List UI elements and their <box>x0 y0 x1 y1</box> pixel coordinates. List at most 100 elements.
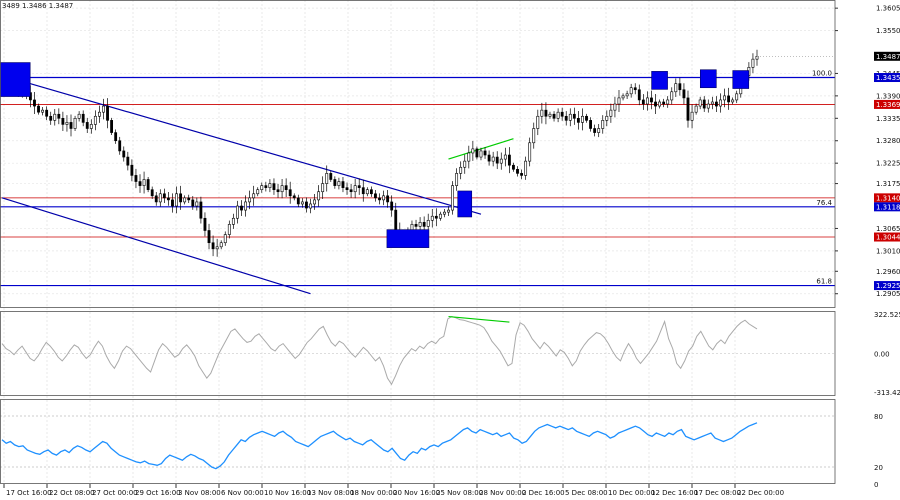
candle-body <box>365 189 369 195</box>
candle-body <box>386 195 390 203</box>
price-tick-label: 1.3010 <box>876 247 900 255</box>
candle-body <box>479 150 483 158</box>
candle-body <box>625 93 629 97</box>
price-tick-label: 1.3390 <box>876 92 900 100</box>
candle-body <box>158 193 162 203</box>
candle-body <box>581 115 584 123</box>
candle-body <box>641 99 645 105</box>
candle-body <box>682 89 686 99</box>
candle-body <box>138 181 142 186</box>
candle-body <box>272 183 276 190</box>
candle-body <box>418 222 422 227</box>
cci-tick-label: -313.422 <box>874 389 900 397</box>
candle-body <box>288 189 292 197</box>
candle-body <box>187 197 191 201</box>
candle-body <box>361 187 365 195</box>
zone-marker <box>386 229 430 248</box>
candle-body <box>414 224 418 227</box>
time-tick-label: 27 Oct 00:00 <box>92 489 138 497</box>
time-tick-label: 3 Nov 08:00 <box>178 489 221 497</box>
candle-body <box>341 181 345 188</box>
price-tick-label: 1.3605 <box>876 5 900 13</box>
rsi-tick-label: 20 <box>874 464 883 472</box>
zone-marker <box>651 71 668 90</box>
candle-body <box>751 58 755 68</box>
candle-body <box>102 105 105 113</box>
candle-body <box>544 109 548 117</box>
candle-body <box>231 217 235 225</box>
fib-label: 100.0 <box>812 70 832 78</box>
candle-body <box>162 193 166 199</box>
candle-body <box>426 219 430 227</box>
candle-body <box>256 189 260 195</box>
price-tick-label: 1.3175 <box>876 180 900 188</box>
chart-background <box>0 0 900 500</box>
candle-body <box>629 87 633 95</box>
candle-body <box>516 168 519 174</box>
candle-body <box>678 83 682 91</box>
candle-body <box>499 158 503 164</box>
candle-body <box>430 215 434 221</box>
time-tick-label: 20 Nov 16:00 <box>393 489 440 497</box>
candle-body <box>195 201 199 207</box>
candle-body <box>755 55 759 60</box>
candle-body <box>674 83 678 93</box>
candle-body <box>130 164 134 176</box>
candle-body <box>735 93 739 101</box>
candle-body <box>637 89 641 101</box>
candle-body <box>45 109 49 117</box>
candle-body <box>394 209 398 231</box>
candle-body <box>167 197 170 201</box>
time-tick-label: 2 Dec 16:00 <box>522 489 565 497</box>
candle-body <box>215 246 219 250</box>
candle-body <box>528 142 532 162</box>
candle-body <box>670 91 674 101</box>
price-tick-label: 1.3225 <box>876 160 900 168</box>
candle-body <box>276 189 280 193</box>
candle-body <box>150 189 154 197</box>
candle-body <box>219 242 223 248</box>
time-tick-label: 25 Nov 08:00 <box>436 489 483 497</box>
candle-body <box>69 122 73 129</box>
candle-body <box>564 115 568 121</box>
candle-body <box>77 113 81 119</box>
candle-body <box>345 187 349 190</box>
zone-marker <box>699 69 717 89</box>
candle-body <box>300 201 304 205</box>
price-tick-label: 1.3550 <box>876 27 900 35</box>
candle-body <box>658 101 661 107</box>
cci-tick-label: 0.00 <box>874 351 890 359</box>
candle-body <box>593 128 597 133</box>
candle-body <box>686 97 690 121</box>
price-tick-label: 1.3335 <box>876 115 900 123</box>
candle-body <box>556 111 560 119</box>
candle-body <box>463 160 467 168</box>
candle-body <box>296 197 300 205</box>
candle-body <box>93 115 97 125</box>
candle-body <box>455 173 459 186</box>
candle-body <box>483 150 487 156</box>
trading-chart[interactable]: 100.076.461.8 1.36051.35501.34451.33901.… <box>0 0 900 500</box>
candle-body <box>240 205 243 211</box>
candle-body <box>459 166 463 174</box>
candle-body <box>134 175 138 182</box>
candle-body <box>552 113 556 119</box>
candle-body <box>471 148 475 154</box>
candle-body <box>617 97 621 105</box>
candle-body <box>706 103 710 109</box>
candle-body <box>292 195 296 199</box>
candle-body <box>179 193 183 203</box>
candle-body <box>203 217 207 231</box>
candle-body <box>199 201 203 219</box>
candle-body <box>597 128 601 133</box>
candle-body <box>694 105 698 113</box>
candle-body <box>369 189 373 195</box>
candle-body <box>41 109 45 113</box>
candle-body <box>512 164 515 170</box>
zone-marker <box>0 62 31 97</box>
candle-body <box>81 113 85 123</box>
candle-body <box>142 179 146 186</box>
candle-body <box>475 148 479 158</box>
candle-body <box>633 87 637 91</box>
level-tag-label: 1.3140 <box>876 194 900 202</box>
